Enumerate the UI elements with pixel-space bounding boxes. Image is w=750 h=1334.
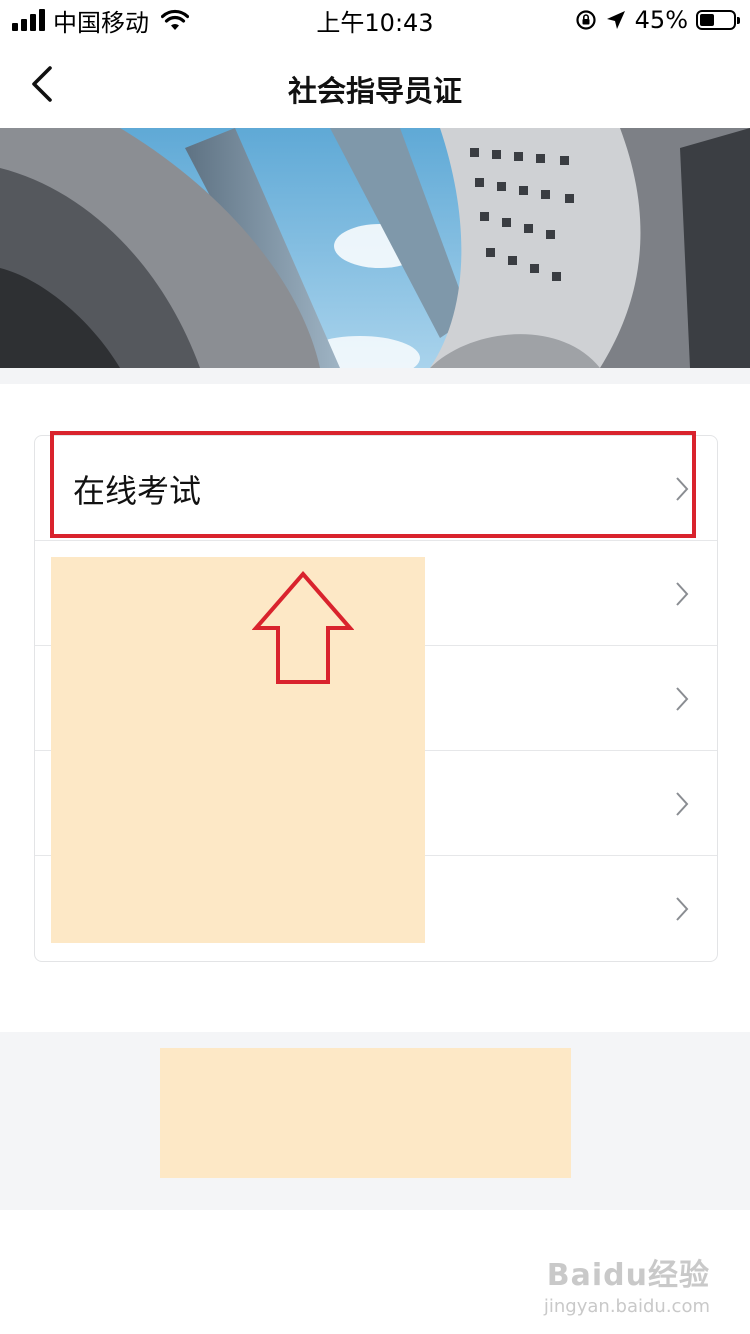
chevron-right-icon [676, 792, 689, 816]
chevron-right-icon [676, 582, 689, 606]
chevron-right-icon [676, 897, 689, 921]
back-button[interactable] [22, 62, 62, 106]
location-icon [606, 11, 625, 29]
watermark-logo: Baidu经验 [546, 1258, 710, 1293]
bottom-area [0, 1032, 750, 1210]
status-left: 中国移动 [12, 0, 189, 40]
battery-percent: 45% [634, 6, 688, 34]
status-bar: 中国移动 上午10:43 45% [0, 0, 750, 40]
chevron-right-icon [676, 477, 689, 501]
menu-item-label: 在线考试 [73, 471, 202, 510]
battery-icon [696, 10, 740, 30]
signal-icon [12, 9, 45, 31]
redaction-block [160, 1048, 571, 1178]
city-buildings-image [0, 128, 750, 368]
carrier-name: 中国移动 [53, 8, 149, 37]
menu-item-online-exam[interactable]: 在线考试 [35, 436, 717, 541]
redaction-block [51, 557, 425, 943]
rotation-lock-icon [576, 10, 596, 30]
page-title: 社会指导员证 [287, 74, 462, 108]
watermark: Baidu经验 jingyan.baidu.com [544, 1250, 710, 1317]
watermark-url: jingyan.baidu.com [543, 1296, 710, 1317]
chevron-right-icon [676, 687, 689, 711]
wifi-icon [161, 9, 189, 30]
nav-bar: 社会指导员证 [0, 40, 750, 128]
status-right: 45% [575, 0, 740, 40]
section-divider [0, 368, 750, 384]
hero-banner [0, 128, 750, 368]
